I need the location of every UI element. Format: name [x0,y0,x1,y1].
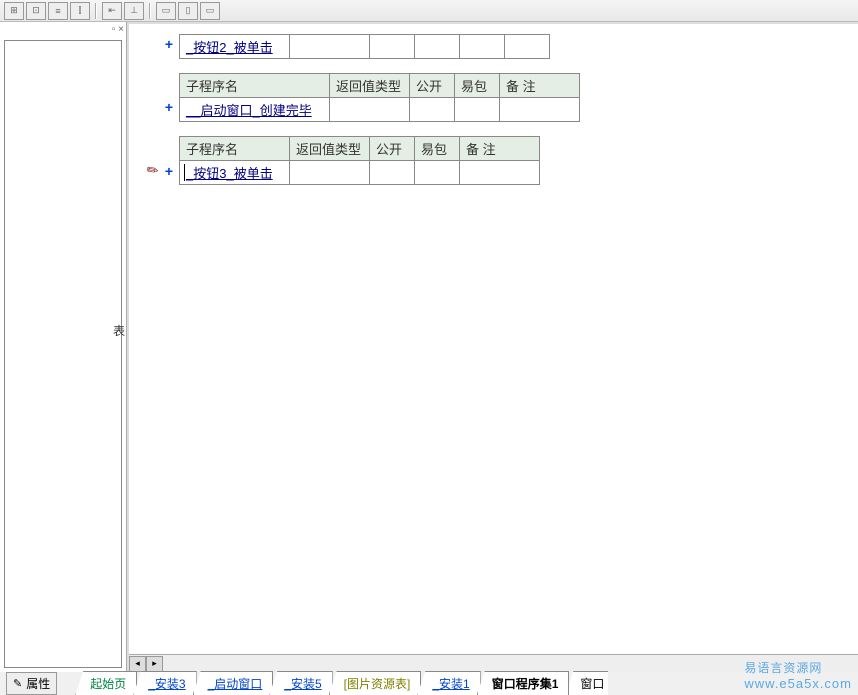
expand-icon[interactable]: + [165,163,173,179]
tab-blue[interactable]: _安装3 [133,671,196,695]
subroutine-name-cell[interactable]: _按钮3_被单击 [180,161,290,185]
table-cell[interactable] [370,35,415,59]
left-side-label: 表 [113,322,125,339]
tab-blue[interactable]: _安装1 [417,671,480,695]
table-cell[interactable] [460,35,505,59]
subroutine-table: 子程序名返回值类型公开易包备 注 __启动窗口_创建完毕 [179,73,580,122]
table-cell[interactable] [455,98,500,122]
gutter: + [129,73,179,115]
subroutine-block: + 子程序名返回值类型公开易包备 注 __启动窗口_创建完毕 [129,73,858,122]
subroutine-block: + _按钮2_被单击 [129,34,858,59]
table-header-row: 子程序名返回值类型公开易包备 注 [180,74,580,98]
table-cell[interactable] [370,161,415,185]
table-cell[interactable] [410,98,455,122]
table-header-cell: 备 注 [500,74,580,98]
code-editor: +_按钮2_被单击+子程序名返回值类型公开易包备 注__启动窗口_创建完毕✎+子… [127,22,858,672]
tab-olive[interactable]: [图片资源表] [329,671,422,695]
toolbar-btn-8[interactable]: ▯ [178,2,198,20]
subroutine-table: _按钮2_被单击 [179,34,550,59]
table-cell[interactable] [505,35,550,59]
table-header-cell: 易包 [415,137,460,161]
table-cell[interactable] [330,98,410,122]
toolbar-btn-2[interactable]: ⊡ [26,2,46,20]
table-header-cell: 公开 [410,74,455,98]
table-cell[interactable] [460,161,540,185]
gutter: ✎+ [129,136,179,179]
table-cell[interactable] [500,98,580,122]
tab-strip: 起始页_安装3_启动窗口_安装5[图片资源表]_安装1窗口程序集1窗口 [75,672,608,695]
properties-label: 属性 [26,675,50,692]
panel-close-icon[interactable]: ▫ × [112,24,124,35]
bottom-bar: ✎ 属性 起始页_安装3_启动窗口_安装5[图片资源表]_安装1窗口程序集1窗口 [0,672,858,695]
subroutine-name-link[interactable]: _按钮2_被单击 [186,40,273,55]
toolbar-separator [149,3,151,19]
toolbar-separator [95,3,97,19]
tab-blue[interactable]: _启动窗口 [193,671,274,695]
subroutine-block: ✎+子程序名返回值类型公开易包备 注_按钮3_被单击 [129,136,858,185]
toolbar-btn-1[interactable]: ⊞ [4,2,24,20]
table-header-cell: 子程序名 [180,74,330,98]
subroutine-table: 子程序名返回值类型公开易包备 注 _按钮3_被单击 [179,136,540,185]
tab-blue[interactable]: _安装5 [269,671,332,695]
scroll-right-icon[interactable]: ▸ [146,656,163,672]
subroutine-name-link[interactable]: _按钮3_被单击 [186,166,273,181]
table-header-cell: 公开 [370,137,415,161]
table-header-cell: 返回值类型 [290,137,370,161]
left-panel-tree[interactable] [4,40,122,668]
tab-green[interactable]: 起始页 [75,671,137,695]
table-header-cell: 易包 [455,74,500,98]
table-header-cell: 子程序名 [180,137,290,161]
table-header-cell: 备 注 [460,137,540,161]
table-cell[interactable] [290,35,370,59]
expand-icon[interactable]: + [165,36,173,52]
toolbar-btn-9[interactable]: ▭ [200,2,220,20]
toolbar-btn-4[interactable]: ⫿ [70,2,90,20]
left-panel: ▫ × 表 [0,22,127,672]
subroutine-name-cell[interactable]: __启动窗口_创建完毕 [180,98,330,122]
table-header-cell: 返回值类型 [330,74,410,98]
table-cell[interactable] [415,35,460,59]
table-row[interactable]: __启动窗口_创建完毕 [180,98,580,122]
subroutine-name-cell[interactable]: _按钮2_被单击 [180,35,290,59]
toolbar-btn-5[interactable]: ⇤ [102,2,122,20]
properties-button[interactable]: ✎ 属性 [6,672,57,695]
table-row[interactable]: _按钮2_被单击 [180,35,550,59]
scroll-left-icon[interactable]: ◂ [129,656,146,672]
table-cell[interactable] [415,161,460,185]
tab-partial[interactable]: 窗口 [565,671,608,695]
tab-active[interactable]: 窗口程序集1 [477,671,570,695]
main-area: ▫ × 表 +_按钮2_被单击+子程序名返回值类型公开易包备 注__启动窗口_创… [0,22,858,672]
horizontal-scrollbar[interactable]: ◂ ▸ [129,654,858,672]
table-row[interactable]: _按钮3_被单击 [180,161,540,185]
toolbar-btn-6[interactable]: ⊥ [124,2,144,20]
table-header-row: 子程序名返回值类型公开易包备 注 [180,137,540,161]
subroutine-name-link[interactable]: __启动窗口_创建完毕 [186,103,312,118]
table-cell[interactable] [290,161,370,185]
edit-marker-icon: ✎ [143,160,162,181]
expand-icon[interactable]: + [165,99,173,115]
toolbar-btn-3[interactable]: ≡ [48,2,68,20]
properties-icon: ✎ [13,677,22,690]
toolbar-btn-7[interactable]: ▭ [156,2,176,20]
toolbar: ⊞ ⊡ ≡ ⫿ ⇤ ⊥ ▭ ▯ ▭ [0,0,858,22]
gutter: + [129,34,179,52]
